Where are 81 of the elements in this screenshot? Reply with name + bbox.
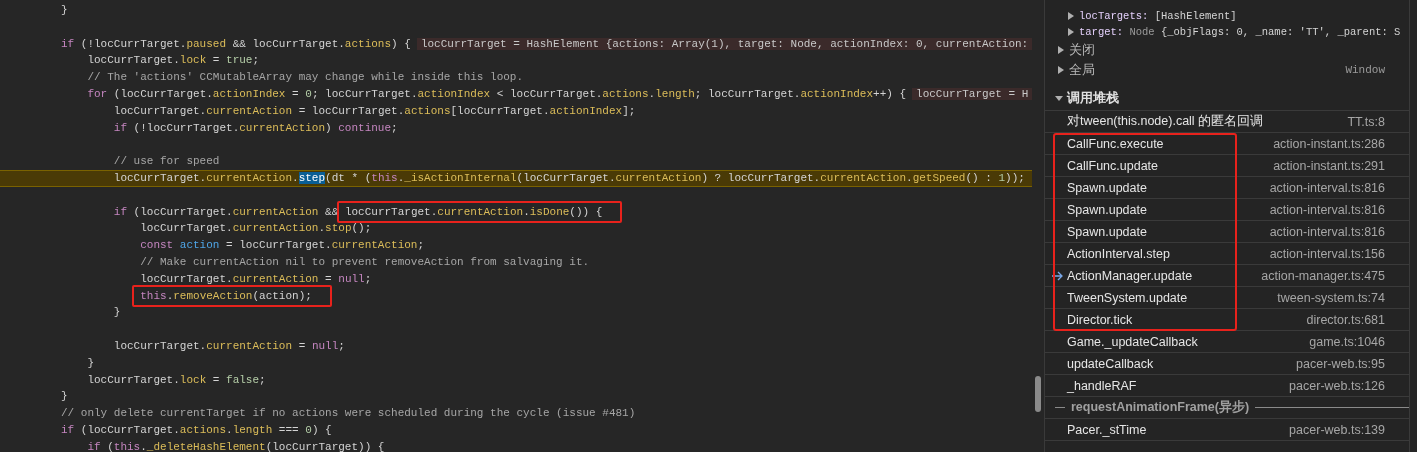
section-title[interactable]: 调用堆栈 [1067, 89, 1119, 107]
code-text: locCurrTarget.currentAction = null; [139, 272, 372, 285]
caret-right-icon[interactable] [1067, 28, 1075, 36]
frame-location[interactable]: action-interval.ts:156 [1269, 246, 1385, 261]
code-text: const action = locCurrTarget.currentAction; [139, 239, 425, 252]
frame-location[interactable]: tween-system.ts:74 [1277, 290, 1385, 305]
code-text: locCurrTarget.lock = true; [86, 54, 260, 67]
code-text: } [112, 306, 121, 319]
inline-value: locCurrTarget = HashElement {actions: Array(1), target: Node, actionIndex: 0, currentAction: [416, 37, 1032, 50]
scope-title[interactable]: 全局 [1069, 61, 1346, 79]
frame-name: ActionManager.update [1067, 268, 1194, 283]
code-text: if (!locCurrTarget.currentAction) continue; [112, 121, 398, 134]
code-text: if (!locCurrTarget.paused && locCurrTarget.actions) { [61, 37, 411, 50]
caret-right-icon[interactable] [1067, 12, 1075, 20]
scope-value: Window [1345, 64, 1385, 76]
call-stack-frame[interactable]: Spawn.update action-interval.ts:816 [1045, 177, 1409, 199]
code-text: locCurrTarget.currentAction = locCurrTarget.actions[locCurrTarget.actionIndex]; [112, 104, 636, 117]
code-text: if (locCurrTarget.currentAction && [112, 205, 339, 218]
code-text: if (this._deleteHashElement(locCurrTarget)) { [86, 440, 385, 452]
frame-name: Spawn.update [1067, 224, 1148, 239]
frame-location[interactable]: pacer-web.ts:139 [1289, 422, 1385, 437]
frame-name: Game._updateCallback [1067, 334, 1199, 349]
code-text: locCurrTarget.currentAction = null; [112, 339, 345, 352]
frame-location[interactable]: pacer-web.ts:95 [1296, 356, 1385, 371]
code-text: // only delete currentTarget if no actions were scheduled during the cycle (issue #481) [61, 407, 636, 420]
scope-property[interactable]: target: Node {_objFlags: 0, _name: 'TT', _parent: S [1079, 26, 1401, 38]
scope-title[interactable]: 关闭 [1069, 41, 1385, 59]
frame-name: ActionInterval.step [1067, 246, 1171, 261]
frame-location[interactable]: game.ts:1046 [1309, 334, 1385, 349]
code-text: } [86, 356, 94, 369]
call-stack-frame[interactable]: CallFunc.update action-instant.ts:291 [1045, 155, 1409, 177]
scrollbar-thumb[interactable] [1035, 376, 1041, 412]
inline-value: locCurrTarget = H [912, 88, 1032, 100]
call-stack-frame[interactable]: Spawn.update action-interval.ts:816 [1045, 221, 1409, 243]
call-stack-frame[interactable]: 对tween(this.node).call 的匿名回调 TT.ts:8 [1045, 111, 1409, 133]
frame-location[interactable]: pacer-web.ts:126 [1289, 378, 1385, 393]
frame-name: Spawn.update [1067, 180, 1148, 195]
frame-name: CallFunc.execute [1067, 136, 1165, 151]
call-stack-frame[interactable]: ActionManager.update action-manager.ts:475 [1045, 265, 1409, 287]
call-stack-frame[interactable]: updateCallback pacer-web.ts:95 [1045, 353, 1409, 375]
code-text: // The 'actions' CCMutableArray may change while inside this loop. [86, 71, 524, 84]
frame-name: 对tween(this.node).call 的匿名回调 [1067, 113, 1265, 130]
frame-location[interactable]: action-instant.ts:291 [1273, 158, 1385, 173]
frame-name: updateCallback [1067, 356, 1155, 371]
code-text: } [61, 390, 68, 403]
code-text: locCurrTarget.currentAction.step(dt * (this._isActionInternal(locCurrTarget.currentAction) ? locCurrTarget.currentAction.getSpeed() : 1)); [112, 171, 1025, 184]
frame-name: Director.tick [1067, 312, 1134, 327]
call-stack-frame[interactable]: ActionInterval.step action-interval.ts:156 [1045, 243, 1409, 265]
code-text: if (locCurrTarget.actions.length === 0) { [61, 423, 332, 436]
caret-right-icon[interactable] [1057, 66, 1065, 74]
frame-location[interactable]: action-manager.ts:475 [1261, 268, 1385, 283]
code-text: // Make currentAction nil to prevent removeAction from salvaging it. [139, 255, 590, 268]
code-text: // use for speed [112, 155, 220, 168]
call-stack-frame[interactable]: Director.tick director.ts:681 [1045, 309, 1409, 331]
frame-name: Pacer._stTime [1067, 422, 1148, 437]
caret-right-icon[interactable] [1057, 46, 1065, 54]
code-text: locCurrTarget.currentAction.stop(); [139, 222, 372, 235]
code-text: locCurrTarget.lock = false; [86, 373, 266, 386]
code-text: } [61, 4, 68, 16]
call-stack-frame[interactable]: TweenSystem.update tween-system.ts:74 [1045, 287, 1409, 309]
scope-property[interactable]: locTargets: [HashElement] [1079, 10, 1237, 22]
call-stack-frame[interactable]: Game._updateCallback game.ts:1046 [1045, 331, 1409, 353]
call-stack-frame[interactable]: _handleRAF pacer-web.ts:126 [1045, 375, 1409, 397]
frame-location[interactable]: TT.ts:8 [1347, 114, 1385, 129]
frame-location[interactable]: action-instant.ts:286 [1273, 136, 1385, 151]
call-stack-frame[interactable]: Pacer._stTime pacer-web.ts:139 [1045, 419, 1409, 441]
frame-location[interactable]: action-interval.ts:816 [1269, 180, 1385, 195]
frame-name: TweenSystem.update [1067, 290, 1189, 305]
async-separator-label: requestAnimationFrame(异步) [1071, 399, 1250, 416]
code-text: for (locCurrTarget.actionIndex = 0; locCurrTarget.actionIndex < locCurrTarget.actions.length; locCurrTarget.actionIndex++) { [86, 88, 907, 100]
code-text: this.removeAction(action); [140, 289, 312, 302]
frame-location[interactable]: action-interval.ts:816 [1269, 202, 1385, 217]
code-text: locCurrTarget.currentAction.isDone()) { [344, 205, 603, 218]
frame-name: _handleRAF [1067, 378, 1138, 393]
call-stack-frame[interactable]: CallFunc.execute action-instant.ts:286 [1045, 133, 1409, 155]
frame-location[interactable]: director.ts:681 [1306, 312, 1385, 327]
call-stack-frame[interactable]: Spawn.update action-interval.ts:816 [1045, 199, 1409, 221]
caret-down-icon[interactable] [1055, 94, 1063, 102]
frame-name: Spawn.update [1067, 202, 1148, 217]
frame-location[interactable]: action-interval.ts:816 [1269, 224, 1385, 239]
frame-name: CallFunc.update [1067, 158, 1160, 173]
